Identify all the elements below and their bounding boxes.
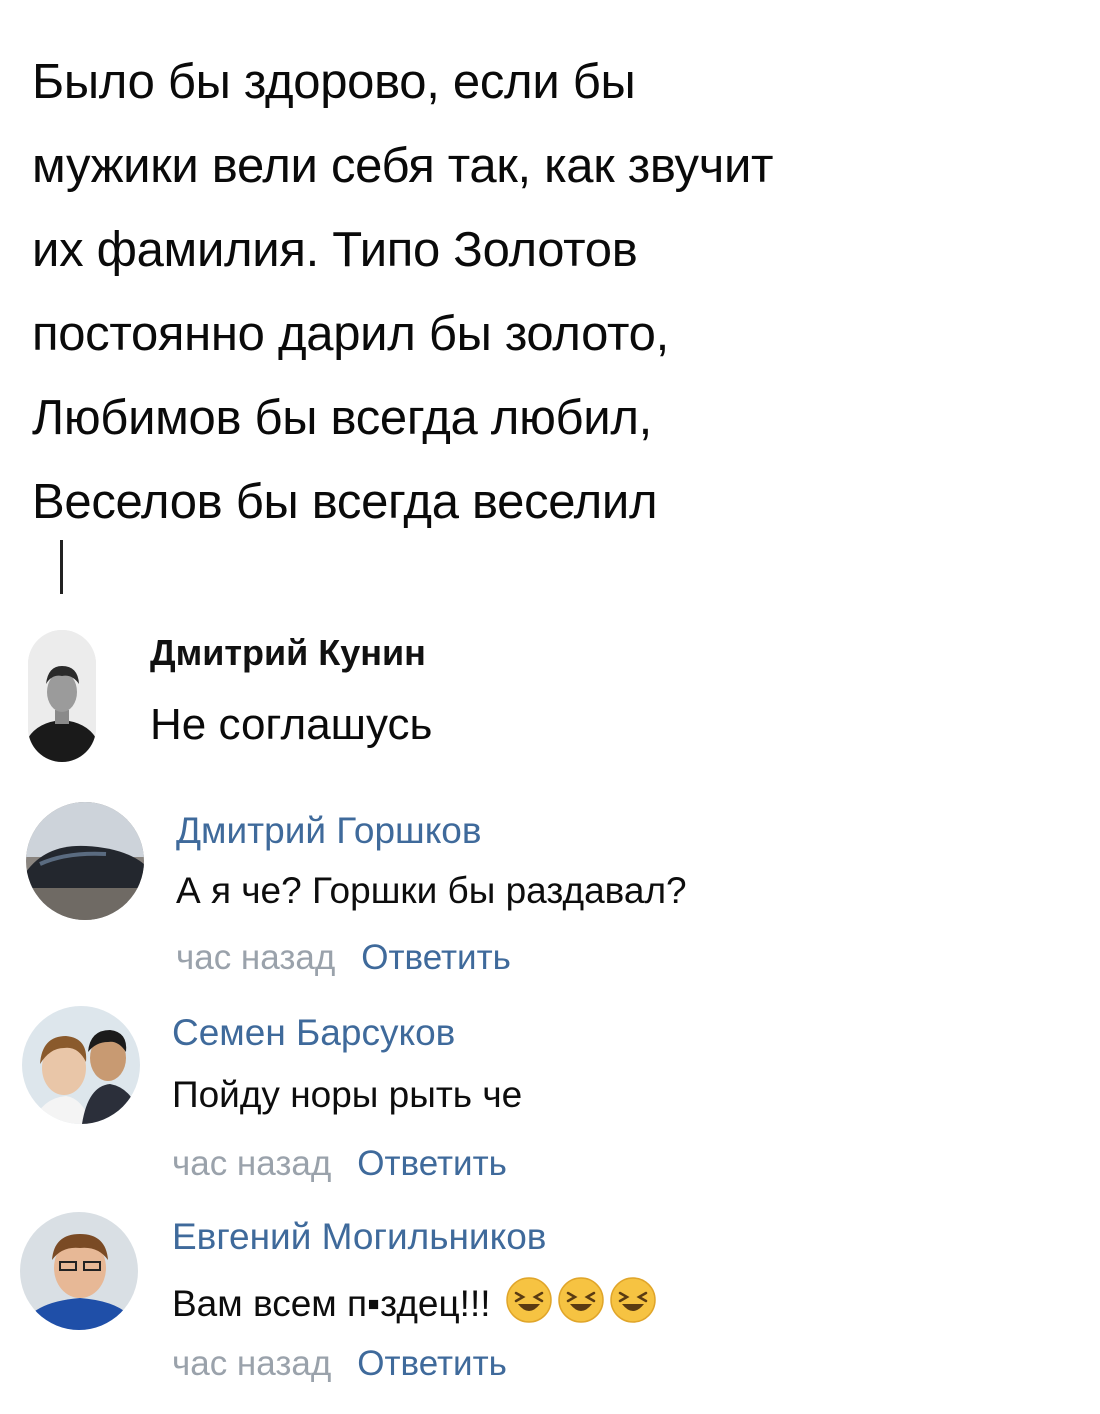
laughing-emoji-icon bbox=[558, 1277, 604, 1323]
post-text: Было бы здорово, если бы мужики вели себ… bbox=[32, 40, 1082, 544]
reply-author[interactable]: Евгений Могильников bbox=[172, 1216, 546, 1258]
post-line: постоянно дарил бы золото, bbox=[32, 307, 669, 361]
post-line: мужики вели себя так, как звучит bbox=[32, 139, 774, 193]
reply-button[interactable]: Ответить bbox=[357, 1144, 507, 1183]
post-line: Любимов бы всегда любил, bbox=[32, 391, 652, 445]
avatar[interactable] bbox=[20, 1212, 138, 1330]
reply-author[interactable]: Дмитрий Горшков bbox=[176, 810, 482, 852]
reply-text: А я че? Горшки бы раздавал? bbox=[176, 870, 687, 911]
reply-item: Дмитрий Горшков А я че? Горшки бы раздав… bbox=[0, 800, 1100, 1000]
reply-time: час назад bbox=[172, 1144, 332, 1183]
reply-item: Семен Барсуков Пойду норы рыть че час на… bbox=[0, 1004, 1100, 1204]
comment-author[interactable]: Дмитрий Кунин bbox=[150, 632, 426, 674]
laughing-emoji-icon bbox=[610, 1277, 656, 1323]
post-line: Было бы здорово, если бы bbox=[32, 55, 636, 109]
post-line: Веселов бы всегда веселил bbox=[32, 475, 658, 529]
reply-button[interactable]: Ответить bbox=[357, 1344, 507, 1383]
comment-text: Не соглашусь bbox=[150, 700, 433, 749]
reply-text: Вам всем п▪здец!!! bbox=[172, 1283, 491, 1324]
avatar[interactable] bbox=[28, 630, 96, 762]
reply-item: Евгений Могильников Вам всем п▪здец!!! ч… bbox=[0, 1210, 1100, 1410]
laughing-emoji-icon bbox=[506, 1277, 552, 1323]
reply-time: час назад bbox=[176, 938, 336, 977]
reply-author[interactable]: Семен Барсуков bbox=[172, 1012, 455, 1054]
text-cursor bbox=[60, 540, 63, 594]
reply-button[interactable]: Ответить bbox=[361, 938, 511, 977]
avatar[interactable] bbox=[22, 1006, 140, 1124]
post-line: их фамилия. Типо Золотов bbox=[32, 223, 638, 277]
reply-time: час назад bbox=[172, 1344, 332, 1383]
avatar[interactable] bbox=[26, 802, 144, 920]
reply-text: Пойду норы рыть че bbox=[172, 1074, 523, 1115]
